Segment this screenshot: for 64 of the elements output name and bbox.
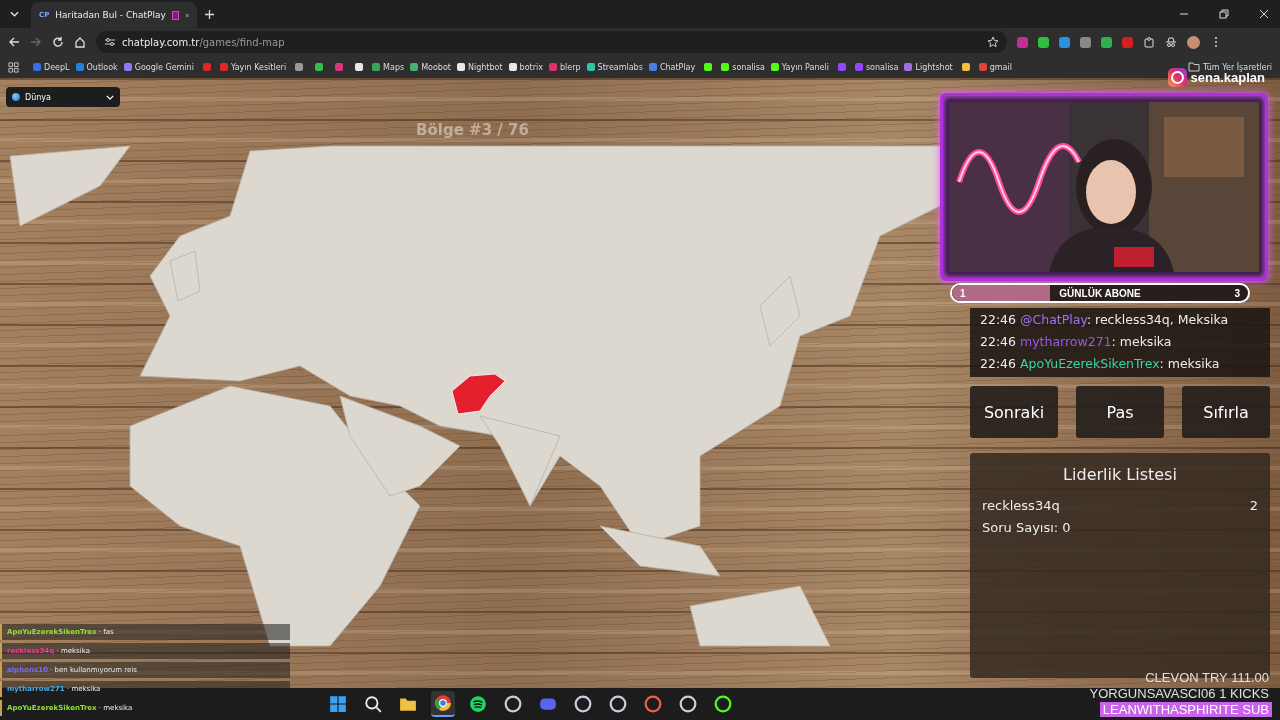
extension-icon[interactable]	[1122, 36, 1133, 48]
folder-icon	[1187, 62, 1200, 72]
player-name: reckless34q	[982, 498, 1060, 513]
bookmark-icon[interactable]	[355, 63, 364, 71]
bookmark[interactable]: DeepL	[33, 62, 70, 72]
bookmark[interactable]: Streamlabs	[586, 62, 643, 72]
site-settings-icon[interactable]	[104, 36, 116, 48]
goal-label: GÜNLÜK ABONE	[1059, 287, 1141, 299]
game-button[interactable]: Sonraki	[970, 386, 1058, 438]
instagram-icon	[1167, 68, 1187, 87]
game-button[interactable]: Pas	[1076, 386, 1164, 438]
incognito-icon[interactable]	[1165, 36, 1177, 48]
bookmark[interactable]: sonalisa	[854, 62, 899, 72]
extension-icon[interactable]	[1059, 36, 1070, 48]
media-icon	[171, 10, 179, 20]
alert-text: CLEVON TRY 111.00	[1144, 670, 1270, 685]
browser-icon[interactable]	[430, 691, 455, 717]
bookmark-icon[interactable]	[295, 63, 304, 71]
alert-text: YORGUNSAVASCI06 1 KICKS	[1088, 686, 1270, 701]
forward-icon[interactable]	[30, 36, 42, 48]
bookmark[interactable]: ChatPlay	[648, 62, 696, 72]
apps-icon[interactable]	[8, 61, 19, 73]
leaderboard-title: Liderlik Listesi	[1062, 465, 1178, 484]
bookmark[interactable]: botrix	[508, 62, 543, 72]
extension-icon[interactable]	[1101, 36, 1112, 48]
bookmark-icon[interactable]	[961, 63, 970, 71]
alert-text: LEANWITHASPHIRITE SUB	[1099, 702, 1272, 717]
bookmark[interactable]: Yayın Kesitleri	[219, 62, 287, 72]
extension-icon[interactable]	[1080, 36, 1091, 48]
bookmark[interactable]: blerp	[548, 62, 581, 72]
bookmark-icon[interactable]	[315, 63, 324, 71]
game-button[interactable]: Sıfırla	[1182, 386, 1270, 438]
bookmark[interactable]: Google Gemini	[123, 62, 194, 72]
address-bar[interactable]: chatplay.com.tr/games/find-map	[96, 31, 1007, 53]
bookmark[interactable]: Maps	[372, 62, 405, 72]
bookmark[interactable]: Yayın Paneli	[770, 62, 829, 72]
bookmark[interactable]: Moobot	[410, 62, 451, 72]
star-icon[interactable]	[987, 36, 999, 48]
bookmark[interactable]: gmail	[978, 62, 1012, 72]
goal-target: 3	[1234, 287, 1240, 299]
chat-message: 22:46 ApoYuEzerekSikenTrex: meksika	[980, 356, 1221, 371]
question-count: Soru Sayısı: 0	[982, 520, 1072, 535]
new-tab-icon[interactable]	[205, 9, 214, 19]
extension-icon[interactable]	[1017, 36, 1028, 48]
home-icon[interactable]	[74, 36, 86, 48]
all-bookmarks-button[interactable]: Tüm Yer İşaretleri	[1187, 62, 1272, 72]
chevron-icon	[106, 94, 114, 100]
bookmark[interactable]: Lightshot	[904, 62, 953, 72]
instagram-handle: sena.kaplan	[1190, 70, 1265, 85]
reload-icon[interactable]	[52, 36, 64, 48]
chat-message: 22:46 mytharrow271: meksika	[980, 334, 1173, 349]
region-select[interactable]: Dünya	[6, 87, 120, 107]
bookmark[interactable]: sonalisa	[721, 62, 765, 72]
chat-message: 22:46 @ChatPlay: reckless34q, Meksika	[980, 312, 1230, 327]
region-counter: Bölge #3 / 76	[416, 121, 529, 139]
bookmark[interactable]: Outlook	[75, 62, 118, 72]
bookmark-icon[interactable]	[704, 63, 713, 71]
puzzle-icon[interactable]	[1143, 36, 1155, 48]
goal-current: 1	[960, 287, 966, 299]
bookmark[interactable]: Nightbot	[457, 62, 503, 72]
player-score: 2	[1249, 498, 1258, 513]
extension-icon[interactable]	[1038, 36, 1049, 48]
back-icon[interactable]	[8, 36, 20, 48]
profile-avatar[interactable]	[1187, 35, 1200, 49]
